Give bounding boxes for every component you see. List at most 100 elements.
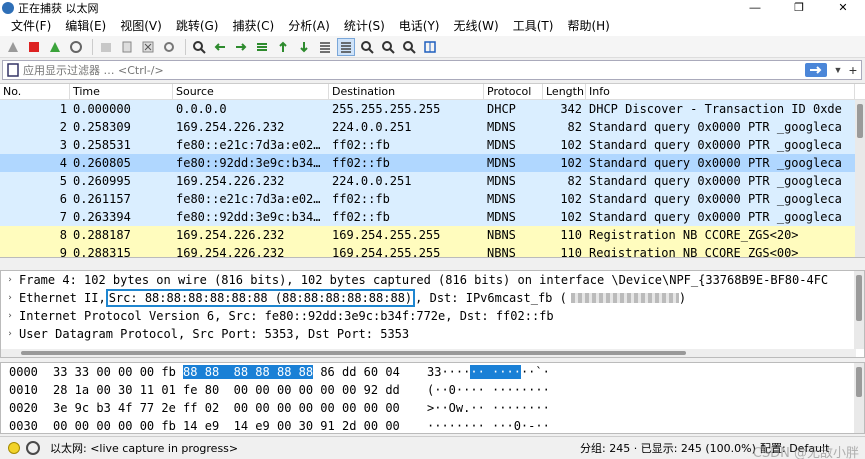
- menu-analyze[interactable]: 分析(A): [281, 16, 337, 36]
- apply-filter-button[interactable]: [805, 63, 827, 77]
- packet-cell-dst: 224.0.0.251: [332, 120, 412, 134]
- shark-fin-icon[interactable]: [4, 38, 22, 56]
- go-to-packet-icon[interactable]: [253, 38, 271, 56]
- first-packet-icon[interactable]: [274, 38, 292, 56]
- column-time[interactable]: Time: [70, 84, 173, 99]
- filter-history-dropdown-icon[interactable]: ▼: [831, 65, 845, 75]
- byte-row[interactable]: 0020 3e 9c b3 4f 77 2e ff 02 00 00 00 00 …: [1, 399, 864, 417]
- menu-edit[interactable]: 编辑(E): [58, 16, 113, 36]
- packet-cell-time: 0.258531: [73, 138, 131, 152]
- zoom-in-icon[interactable]: [358, 38, 376, 56]
- go-forward-icon[interactable]: [232, 38, 250, 56]
- column-info[interactable]: Info: [586, 84, 855, 99]
- column-protocol[interactable]: Protocol: [484, 84, 543, 99]
- packet-cell-time: 0.263394: [73, 210, 131, 224]
- autoscroll-icon[interactable]: [316, 38, 334, 56]
- expand-arrow-icon[interactable]: ›: [1, 329, 19, 339]
- menu-file[interactable]: 文件(F): [4, 16, 58, 36]
- zoom-reset-icon[interactable]: [400, 38, 418, 56]
- close-button[interactable]: ✕: [821, 0, 865, 16]
- packet-cell-info: Standard query 0x0000 PTR _googleca: [589, 174, 842, 188]
- menu-view[interactable]: 视图(V): [113, 16, 169, 36]
- byte-offset: 0030: [9, 419, 38, 433]
- packet-cell-no: 2: [59, 120, 67, 134]
- packet-row[interactable]: 4 0.260805 fe80::92dd:3e9c:b34… ff02::fb MDN…: [0, 154, 865, 172]
- packet-row[interactable]: 2 0.258309 169.254.226.232 224.0.0.251 MDNS 8…: [0, 118, 865, 136]
- save-file-icon[interactable]: [118, 38, 136, 56]
- packet-row[interactable]: 5 0.260995 169.254.226.232 224.0.0.251 MDNS 8…: [0, 172, 865, 190]
- details-vscrollbar[interactable]: [854, 271, 864, 349]
- hex-text: 86 dd 60 04: [313, 365, 400, 379]
- column-destination[interactable]: Destination: [329, 84, 484, 99]
- capture-options-icon[interactable]: [67, 38, 85, 56]
- menu-wireless[interactable]: 无线(W): [447, 16, 506, 36]
- menu-statistics[interactable]: 统计(S): [337, 16, 392, 36]
- packet-row[interactable]: 9 0.288315 169.254.226.232 169.254.255.255 N…: [0, 244, 865, 258]
- ascii-selected: ·· ····: [470, 365, 521, 379]
- find-icon[interactable]: [190, 38, 208, 56]
- packet-row[interactable]: 6 0.261157 fe80::e21c:7d3a:e02… ff02::fb MDN…: [0, 190, 865, 208]
- window-title: 正在捕获 以太网: [18, 2, 99, 15]
- maximize-button[interactable]: ❐: [777, 0, 821, 16]
- packet-cell-src: fe80::e21c:7d3a:e02…: [176, 192, 321, 206]
- expand-arrow-icon[interactable]: ›: [1, 275, 19, 285]
- menu-telephony[interactable]: 电话(Y): [392, 16, 447, 36]
- byte-row[interactable]: 0010 28 1a 00 30 11 01 fe 80 00 00 00 00 …: [1, 381, 864, 399]
- capture-status-icon[interactable]: [26, 441, 40, 455]
- last-packet-icon[interactable]: [295, 38, 313, 56]
- resize-columns-icon[interactable]: [421, 38, 439, 56]
- column-length[interactable]: Length: [543, 84, 586, 99]
- packet-cell-src: 169.254.226.232: [176, 174, 285, 188]
- column-no[interactable]: No.: [0, 84, 70, 99]
- detail-udp[interactable]: › User Datagram Protocol, Src Port: 5353,…: [1, 325, 864, 343]
- menu-capture[interactable]: 捕获(C): [225, 16, 281, 36]
- open-file-icon[interactable]: [97, 38, 115, 56]
- expand-arrow-icon[interactable]: ›: [1, 293, 19, 303]
- packet-row[interactable]: 7 0.263394 fe80::92dd:3e9c:b34… ff02::fb MDN…: [0, 208, 865, 226]
- packet-cell-proto: MDNS: [487, 120, 516, 134]
- byte-row[interactable]: 0030 00 00 00 00 00 fb 14 e9 14 e9 00 30 …: [1, 417, 864, 433]
- zoom-out-icon[interactable]: [379, 38, 397, 56]
- details-hscrollbar[interactable]: [1, 349, 856, 357]
- ascii-text: ··`·: [520, 365, 550, 379]
- menu-help[interactable]: 帮助(H): [560, 16, 616, 36]
- reload-icon[interactable]: [160, 38, 178, 56]
- packet-row[interactable]: 3 0.258531 fe80::e21c:7d3a:e02… ff02::fb MDN…: [0, 136, 865, 154]
- packet-cell-dst: 169.254.255.255: [332, 246, 441, 258]
- expert-info-icon[interactable]: [8, 442, 20, 454]
- packet-cell-info: Standard query 0x0000 PTR _googleca: [589, 210, 842, 224]
- packet-list-header: No. Time Source Destination Protocol Len…: [0, 84, 865, 100]
- restart-icon[interactable]: [46, 38, 64, 56]
- close-file-icon[interactable]: [139, 38, 157, 56]
- bytes-scrollbar[interactable]: [854, 363, 864, 433]
- packet-cell-src: fe80::92dd:3e9c:b34…: [176, 156, 321, 170]
- expand-arrow-icon[interactable]: ›: [1, 311, 19, 321]
- menu-go[interactable]: 跳转(G): [169, 16, 226, 36]
- packet-cell-time: 0.288187: [73, 228, 131, 242]
- go-back-icon[interactable]: [211, 38, 229, 56]
- packet-list-scrollbar[interactable]: [855, 100, 865, 257]
- detail-ipv6[interactable]: › Internet Protocol Version 6, Src: fe80:…: [1, 307, 864, 325]
- byte-ascii: (··0···· ········: [425, 383, 575, 397]
- packet-cell-info: Registration NB CCORE_ZGS<00>: [589, 246, 799, 258]
- toolbar-separator: [92, 38, 93, 55]
- bookmark-icon[interactable]: [6, 63, 20, 77]
- packet-cell-no: 8: [59, 228, 67, 242]
- detail-frame[interactable]: › Frame 4: 102 bytes on wire (816 bits), …: [1, 271, 864, 289]
- detail-ethernet[interactable]: › Ethernet II, Src: 88:88:88:88:88:88 (88…: [1, 289, 864, 307]
- column-source[interactable]: Source: [173, 84, 329, 99]
- packet-cell-dst: ff02::fb: [332, 210, 390, 224]
- packet-cell-len: 102: [560, 210, 582, 224]
- add-filter-button[interactable]: +: [845, 62, 861, 78]
- packet-row[interactable]: 1 0.000000 0.0.0.0 255.255.255.255 DHCP 342 DH…: [0, 100, 865, 118]
- packet-row[interactable]: 8 0.288187 169.254.226.232 169.254.255.255 N…: [0, 226, 865, 244]
- stop-icon[interactable]: [25, 38, 43, 56]
- menu-tools[interactable]: 工具(T): [506, 16, 561, 36]
- byte-row[interactable]: 0000 33 33 00 00 00 fb 88 88 88 88 88 88 …: [1, 363, 864, 381]
- colorize-icon[interactable]: [337, 37, 355, 56]
- status-interface: 以太网: <live capture in progress>: [50, 442, 239, 455]
- packet-cell-proto: NBNS: [487, 246, 516, 258]
- packet-cell-len: 342: [560, 102, 582, 116]
- minimize-button[interactable]: —: [733, 0, 777, 16]
- display-filter-input[interactable]: [23, 62, 805, 78]
